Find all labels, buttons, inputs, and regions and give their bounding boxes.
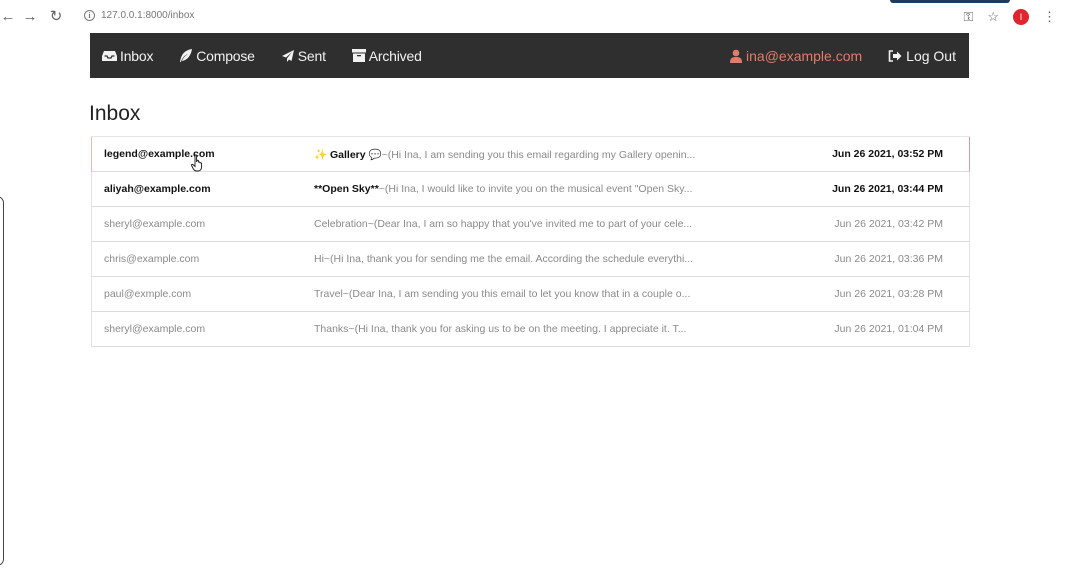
- forward-arrow-icon[interactable]: →: [22, 9, 38, 25]
- email-preview: ~(Hi Ina, I am sending you this email re…: [381, 149, 696, 161]
- nav-archived-label: Archived: [368, 47, 422, 64]
- email-content: Travel~(Dear Ina, I am sending you this …: [314, 288, 719, 300]
- nav-inbox[interactable]: Inbox: [102, 48, 153, 64]
- hand-cursor-icon: [191, 154, 203, 172]
- email-preview: ~(Hi Ina, I would like to invite you on …: [378, 183, 693, 195]
- profile-avatar[interactable]: I: [1013, 9, 1029, 25]
- email-timestamp: Jun 26 2021, 01:04 PM: [834, 323, 943, 335]
- email-preview: ~(Hi Ina, thank you for asking us to be …: [348, 323, 687, 335]
- archive-icon: [351, 49, 366, 62]
- email-preview: ~(Hi Ina, thank you for sending me the e…: [323, 253, 694, 265]
- page-title: Inbox: [89, 102, 141, 125]
- nav-compose[interactable]: Compose: [179, 48, 255, 64]
- email-timestamp: Jun 26 2021, 03:36 PM: [834, 253, 943, 265]
- inbox-icon: [102, 50, 117, 61]
- email-timestamp: Jun 26 2021, 03:44 PM: [832, 183, 943, 195]
- email-subject: Hi: [314, 253, 324, 265]
- email-content: Hi~(Hi Ina, thank you for sending me the…: [314, 253, 719, 265]
- nav-archived[interactable]: Archived: [351, 47, 422, 64]
- email-content: Thanks~(Hi Ina, thank you for asking us …: [314, 323, 719, 335]
- current-user[interactable]: ina@example.com: [730, 48, 862, 64]
- email-preview: ~(Dear Ina, I am so happy that you've in…: [367, 218, 693, 230]
- more-menu-icon[interactable]: ⋮: [1043, 9, 1056, 25]
- logout-label: Log Out: [906, 47, 956, 64]
- email-subject: Celebration: [314, 218, 368, 230]
- nav-compose-label: Compose: [196, 47, 255, 64]
- info-icon[interactable]: i: [84, 10, 95, 21]
- email-row[interactable]: legend@example.com ✨ Gallery 💬~(Hi Ina, …: [91, 137, 970, 172]
- email-content: **Open Sky**~(Hi Ina, I would like to in…: [314, 183, 719, 195]
- email-sender: chris@example.com: [104, 253, 200, 265]
- logout-link[interactable]: Log Out: [888, 48, 956, 64]
- key-icon[interactable]: ⚿: [963, 9, 973, 25]
- window-edge: [0, 196, 4, 566]
- email-subject: ✨ Gallery 💬: [314, 149, 382, 161]
- nav-sent-label: Sent: [297, 47, 326, 64]
- email-content: ✨ Gallery 💬~(Hi Ina, I am sending you th…: [314, 148, 719, 161]
- user-icon: [730, 49, 743, 63]
- browser-toolbar: ← → ↻ i 127.0.0.1:8000/inbox ⚿ ☆ I ⋮: [0, 0, 1066, 34]
- email-subject: Thanks: [314, 323, 349, 335]
- email-row[interactable]: aliyah@example.com **Open Sky**~(Hi Ina,…: [91, 172, 970, 207]
- sign-out-icon: [888, 49, 902, 62]
- url-text[interactable]: 127.0.0.1:8000/inbox: [101, 10, 194, 21]
- nav-sent[interactable]: Sent: [281, 48, 326, 64]
- star-icon[interactable]: ☆: [987, 9, 999, 25]
- email-sender: sheryl@example.com: [104, 323, 206, 335]
- email-sender: sheryl@example.com: [104, 218, 206, 230]
- email-timestamp: Jun 26 2021, 03:52 PM: [832, 148, 943, 160]
- email-list: legend@example.com ✨ Gallery 💬~(Hi Ina, …: [91, 136, 970, 347]
- email-row[interactable]: sheryl@example.com Celebration~(Dear Ina…: [91, 207, 970, 242]
- send-icon: [281, 49, 294, 62]
- top-navbar: Inbox Compose Sent Archived ina@example.…: [90, 33, 969, 78]
- email-preview: ~(Dear Ina, I am sending you this email …: [342, 288, 691, 300]
- reload-icon[interactable]: ↻: [48, 9, 64, 25]
- email-sender: aliyah@example.com: [104, 183, 211, 195]
- tab-strip-edge: [890, 0, 1010, 3]
- email-sender: paul@exmple.com: [104, 288, 192, 300]
- feather-icon: [180, 48, 193, 62]
- email-timestamp: Jun 26 2021, 03:42 PM: [834, 218, 943, 230]
- address-bar[interactable]: i 127.0.0.1:8000/inbox: [84, 10, 194, 21]
- email-row[interactable]: chris@example.com Hi~(Hi Ina, thank you …: [91, 242, 970, 277]
- email-row[interactable]: paul@exmple.com Travel~(Dear Ina, I am s…: [91, 277, 970, 312]
- email-subject: Travel: [314, 288, 343, 300]
- user-email: ina@example.com: [746, 47, 863, 64]
- back-arrow-icon[interactable]: ←: [0, 9, 16, 25]
- email-content: Celebration~(Dear Ina, I am so happy tha…: [314, 218, 719, 230]
- email-subject: **Open Sky**: [314, 183, 379, 195]
- email-row[interactable]: sheryl@example.com Thanks~(Hi Ina, thank…: [91, 312, 970, 347]
- email-timestamp: Jun 26 2021, 03:28 PM: [834, 288, 943, 300]
- nav-inbox-label: Inbox: [120, 47, 154, 64]
